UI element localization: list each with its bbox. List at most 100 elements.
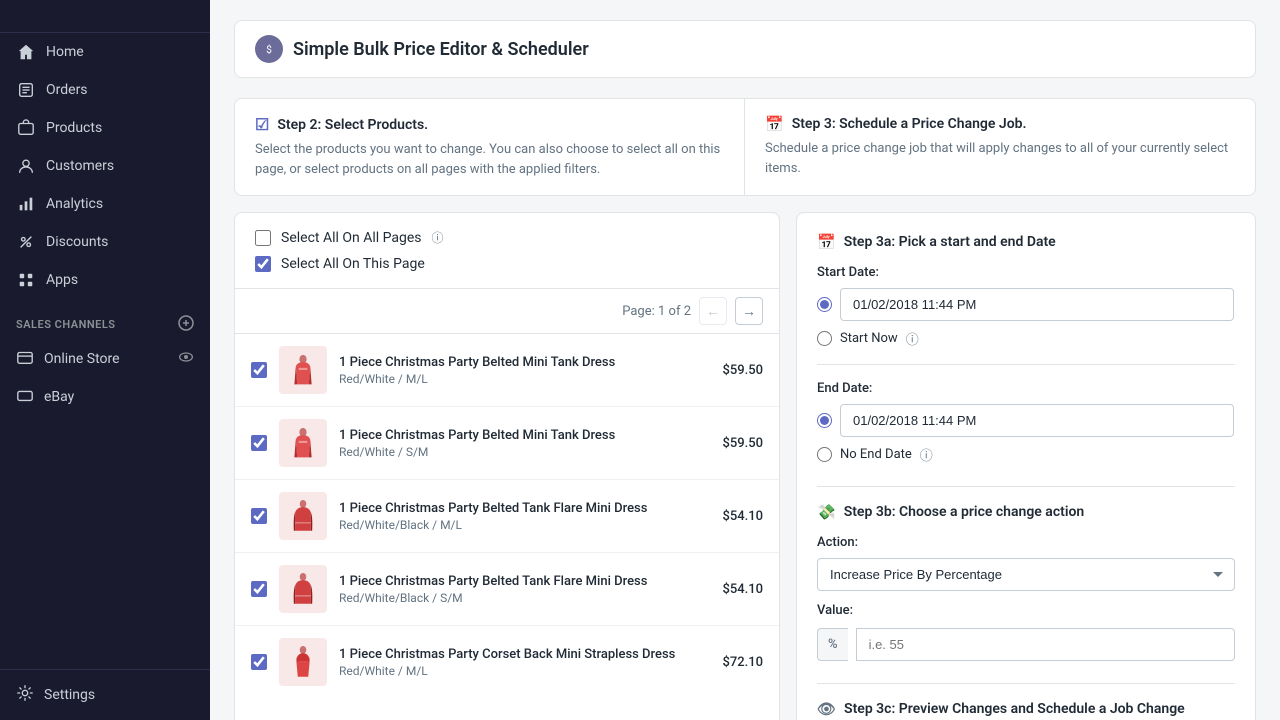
start-date-radio-group: Start Now ⓘ (817, 288, 1235, 348)
product-5-variant: Red/White / M/L (339, 664, 710, 678)
start-date-input[interactable] (840, 288, 1234, 321)
ebay-label: eBay (44, 389, 74, 405)
sidebar-channel-online-store[interactable]: Online Store (0, 340, 210, 378)
product-1-thumbnail (279, 346, 327, 394)
start-now-row: Start Now ⓘ (817, 329, 1235, 348)
step3a-title: 📅 Step 3a: Pick a start and end Date (817, 233, 1235, 251)
end-date-specific-radio[interactable] (817, 413, 832, 428)
prev-page-button[interactable]: ← (699, 297, 727, 325)
start-date-specific-radio[interactable] (817, 297, 832, 312)
app-icon: $ (255, 35, 283, 63)
sidebar-item-apps[interactable]: Apps (0, 261, 210, 299)
percent-symbol: % (817, 628, 848, 661)
sidebar-item-customers[interactable]: Customers (0, 147, 210, 185)
no-end-date-info-icon[interactable]: ⓘ (920, 445, 933, 464)
step3-title: 📅 Step 3: Schedule a Price Change Job. (765, 115, 1235, 133)
app-header: $ Simple Bulk Price Editor & Scheduler (234, 20, 1256, 78)
no-end-date-label[interactable]: No End Date (840, 447, 912, 462)
value-label: Value: (817, 603, 1235, 618)
select-all-this-page-checkbox[interactable] (255, 256, 271, 272)
product-1-name: 1 Piece Christmas Party Belted Mini Tank… (339, 355, 710, 370)
add-channel-icon[interactable] (178, 315, 194, 334)
schedule-panel: 📅 Step 3a: Pick a start and end Date Sta… (796, 212, 1256, 720)
table-row: 1 Piece Christmas Party Belted Tank Flar… (235, 480, 779, 553)
action-label: Action: (817, 535, 1235, 550)
sidebar-header (0, 0, 210, 33)
main-content: $ Simple Bulk Price Editor & Scheduler ☑… (210, 0, 1280, 720)
sidebar-channel-ebay[interactable]: eBay (0, 378, 210, 416)
product-4-checkbox[interactable] (251, 581, 267, 597)
price-icon: 💸 (817, 503, 836, 521)
sidebar-item-home[interactable]: Home (0, 33, 210, 71)
step3-desc: Schedule a price change job that will ap… (765, 139, 1235, 178)
product-2-variant: Red/White / S/M (339, 445, 710, 459)
online-store-label: Online Store (44, 351, 120, 367)
svg-text:$: $ (266, 43, 272, 56)
product-5-thumbnail (279, 638, 327, 686)
content-columns: Select All On All Pages ⓘ Select All On … (234, 212, 1256, 720)
sidebar-item-orders-label: Orders (46, 82, 88, 98)
no-end-date-row: No End Date ⓘ (817, 445, 1235, 464)
home-icon (16, 42, 36, 62)
product-4-variant: Red/White/Black / S/M (339, 591, 710, 605)
product-3-checkbox[interactable] (251, 508, 267, 524)
table-row: 1 Piece Christmas Party Belted Mini Tank… (235, 407, 779, 480)
end-date-radio-group: No End Date ⓘ (817, 404, 1235, 464)
end-date-input[interactable] (840, 404, 1234, 437)
settings-label: Settings (44, 687, 95, 703)
product-1-variant: Red/White / M/L (339, 372, 710, 386)
step3a-section: 📅 Step 3a: Pick a start and end Date Sta… (817, 233, 1235, 464)
end-date-specific-row (817, 404, 1235, 437)
sidebar-item-discounts[interactable]: Discounts (0, 223, 210, 261)
start-now-label[interactable]: Start Now (840, 331, 898, 346)
calendar-icon: 📅 (817, 233, 836, 251)
start-now-info-icon[interactable]: ⓘ (906, 329, 919, 348)
settings-item[interactable]: Settings (0, 669, 210, 720)
product-4-info: 1 Piece Christmas Party Belted Tank Flar… (339, 574, 710, 605)
product-4-price: $54.10 (722, 582, 763, 597)
sidebar-item-discounts-label: Discounts (46, 234, 108, 250)
no-end-date-radio[interactable] (817, 447, 832, 462)
select-all-pages-label[interactable]: Select All On All Pages (281, 230, 422, 246)
select-options: Select All On All Pages ⓘ Select All On … (235, 213, 779, 289)
sidebar-item-products[interactable]: Products (0, 109, 210, 147)
product-3-variant: Red/White/Black / M/L (339, 518, 710, 532)
step2-desc: Select the products you want to change. … (255, 140, 724, 179)
orders-icon (16, 80, 36, 100)
select-all-pages-info-icon[interactable]: ⓘ (432, 229, 444, 246)
value-input[interactable] (856, 628, 1235, 661)
next-page-button[interactable]: → (735, 297, 763, 325)
sidebar-item-products-label: Products (46, 120, 102, 136)
product-5-checkbox[interactable] (251, 654, 267, 670)
sidebar-item-analytics[interactable]: Analytics (0, 185, 210, 223)
sidebar-item-customers-label: Customers (46, 158, 114, 174)
action-select[interactable]: Increase Price By Percentage Decrease Pr… (817, 558, 1235, 591)
start-now-radio[interactable] (817, 331, 832, 346)
product-1-checkbox[interactable] (251, 362, 267, 378)
sidebar-item-analytics-label: Analytics (46, 196, 103, 212)
product-2-thumbnail (279, 419, 327, 467)
product-2-price: $59.50 (722, 436, 763, 451)
online-store-icon (16, 348, 34, 370)
step3b-title: 💸 Step 3b: Choose a price change action (817, 503, 1235, 521)
product-2-info: 1 Piece Christmas Party Belted Mini Tank… (339, 428, 710, 459)
online-store-visibility-icon[interactable] (178, 349, 194, 369)
product-5-price: $72.10 (722, 655, 763, 670)
select-all-this-page-label[interactable]: Select All On This Page (281, 256, 425, 272)
select-all-pages-row: Select All On All Pages ⓘ (255, 229, 759, 246)
sidebar-item-orders[interactable]: Orders (0, 71, 210, 109)
product-2-name: 1 Piece Christmas Party Belted Mini Tank… (339, 428, 710, 443)
value-row: % (817, 628, 1235, 661)
step3b-section: 💸 Step 3b: Choose a price change action … (817, 503, 1235, 661)
product-2-checkbox[interactable] (251, 435, 267, 451)
sidebar-item-apps-label: Apps (46, 272, 78, 288)
analytics-icon (16, 194, 36, 214)
start-date-label: Start Date: (817, 265, 1235, 280)
sidebar: Home Orders Products Customers Analytics… (0, 0, 210, 720)
product-4-thumbnail (279, 565, 327, 613)
steps-banner: ☑ Step 2: Select Products. Select the pr… (234, 98, 1256, 196)
select-all-pages-checkbox[interactable] (255, 230, 271, 246)
step2-check-icon: ☑ (255, 115, 269, 134)
step3-calendar-icon: 📅 (765, 115, 784, 133)
step3-block: 📅 Step 3: Schedule a Price Change Job. S… (745, 99, 1255, 195)
